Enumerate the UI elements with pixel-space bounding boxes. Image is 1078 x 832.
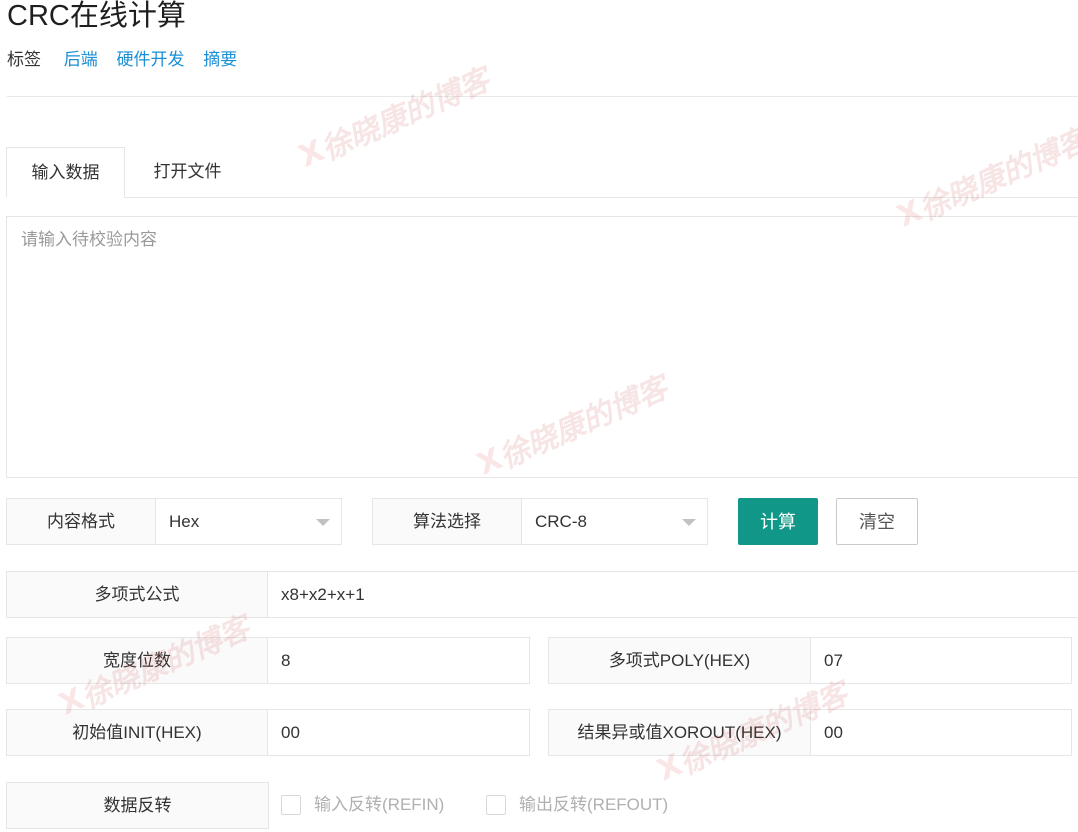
- tag-link-digest[interactable]: 摘要: [203, 50, 237, 69]
- format-label: 内容格式: [6, 498, 156, 545]
- poly-field[interactable]: 07: [811, 637, 1072, 684]
- tab-input-data[interactable]: 输入数据: [6, 147, 125, 198]
- tag-list: 标签 后端 硬件开发 摘要: [7, 48, 251, 72]
- title-divider: [7, 96, 1078, 97]
- chevron-down-icon: [316, 519, 330, 526]
- poly-label: 多项式POLY(HEX): [548, 637, 811, 684]
- tab-open-file[interactable]: 打开文件: [129, 147, 246, 198]
- width-label: 宽度位数: [6, 637, 268, 684]
- refout-label: 输出反转(REFOUT): [519, 795, 669, 814]
- format-selected-value: Hex: [169, 512, 200, 531]
- algorithm-label: 算法选择: [372, 498, 522, 545]
- algorithm-select[interactable]: CRC-8: [522, 498, 708, 545]
- tag-link-hardware[interactable]: 硬件开发: [116, 50, 184, 69]
- refin-label: 输入反转(REFIN): [314, 795, 445, 814]
- init-field[interactable]: 00: [268, 709, 530, 756]
- tag-link-backend[interactable]: 后端: [64, 50, 98, 69]
- formula-label: 多项式公式: [6, 571, 268, 618]
- xorout-label: 结果异或值XOROUT(HEX): [548, 709, 811, 756]
- data-input-textarea[interactable]: [6, 216, 1078, 478]
- algorithm-selected-value: CRC-8: [535, 512, 587, 531]
- page-title: CRC在线计算: [7, 0, 186, 32]
- format-select[interactable]: Hex: [156, 498, 342, 545]
- xorout-field[interactable]: 00: [811, 709, 1072, 756]
- formula-field[interactable]: x8+x2+x+1: [268, 571, 1078, 618]
- refin-checkbox[interactable]: [281, 795, 301, 815]
- calculate-button[interactable]: 计算: [738, 498, 818, 545]
- chevron-down-icon: [682, 519, 696, 526]
- width-field[interactable]: 8: [268, 637, 530, 684]
- reverse-label: 数据反转: [6, 782, 269, 829]
- init-label: 初始值INIT(HEX): [6, 709, 268, 756]
- crc-calculator-page: CRC在线计算 标签 后端 硬件开发 摘要 输入数据 打开文件 内容格式 Hex…: [0, 0, 1078, 832]
- clear-button[interactable]: 清空: [836, 498, 918, 545]
- refout-checkbox[interactable]: [486, 795, 506, 815]
- tags-label: 标签: [7, 50, 41, 69]
- input-tabs: 输入数据 打开文件: [6, 147, 1078, 198]
